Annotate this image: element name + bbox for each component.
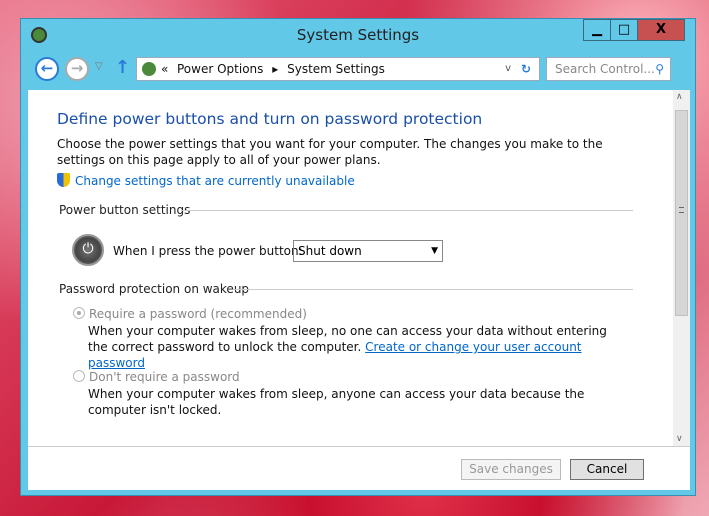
power-button-icon: ⏻: [72, 234, 104, 266]
radio-unselected-icon[interactable]: [73, 370, 85, 382]
change-settings-link-row[interactable]: Change settings that are currently unava…: [57, 173, 355, 189]
scroll-up-icon[interactable]: ∧: [676, 92, 683, 102]
search-icon[interactable]: ⚲: [655, 58, 664, 80]
address-bar[interactable]: « Power Options ▸ System Settings v ↻: [136, 57, 540, 81]
power-button-action-value: Shut down: [298, 244, 362, 258]
power-button-label: When I press the power button:: [113, 244, 303, 258]
power-button-action-select[interactable]: Shut down ▼: [293, 240, 443, 262]
require-password-description: When your computer wakes from sleep, no …: [88, 323, 628, 371]
power-button-section-label: Power button settings: [59, 203, 191, 217]
refresh-icon[interactable]: ↻: [521, 58, 531, 80]
no-password-label: Don't require a password: [89, 370, 240, 384]
power-options-icon: [142, 62, 156, 76]
maximize-button[interactable]: □: [610, 19, 638, 41]
footer: Save changes Cancel: [28, 446, 690, 490]
scrollbar-thumb[interactable]: [675, 110, 688, 316]
cancel-button[interactable]: Cancel: [570, 459, 644, 480]
divider: [233, 289, 633, 290]
minimize-button[interactable]: ▁: [583, 19, 611, 41]
breadcrumb-separator[interactable]: ▸: [272, 62, 278, 76]
forward-button[interactable]: →: [65, 57, 89, 81]
require-password-radio[interactable]: Require a password (recommended): [73, 306, 307, 322]
back-button[interactable]: ←: [35, 57, 59, 81]
breadcrumb-power-options[interactable]: Power Options: [177, 62, 263, 76]
scroll-down-icon[interactable]: ∨: [676, 434, 683, 444]
recent-pages-dropdown[interactable]: ▽: [95, 61, 103, 72]
uac-shield-icon: [57, 173, 70, 187]
address-dropdown-icon[interactable]: v: [505, 58, 511, 80]
page-title: Define power buttons and turn on passwor…: [57, 110, 483, 128]
save-changes-button[interactable]: Save changes: [461, 459, 561, 480]
chevron-down-icon: ▼: [431, 246, 438, 256]
content-pane: Define power buttons and turn on passwor…: [28, 90, 690, 446]
intro-text: Choose the power settings that you want …: [57, 137, 603, 167]
no-password-description: When your computer wakes from sleep, any…: [88, 387, 585, 417]
up-button[interactable]: ↑: [115, 57, 130, 78]
close-button[interactable]: X: [637, 19, 685, 41]
vertical-scrollbar[interactable]: ∧ ∨: [673, 90, 690, 446]
divider: [181, 210, 633, 211]
breadcrumb-overflow[interactable]: «: [161, 58, 168, 80]
navigation-bar: ← → ▽ ↑ « Power Options ▸ System Setting…: [21, 55, 695, 87]
search-input[interactable]: Search Control... ⚲: [546, 57, 671, 81]
no-password-radio[interactable]: Don't require a password: [73, 369, 240, 385]
require-password-label: Require a password (recommended): [89, 307, 307, 321]
change-settings-link[interactable]: Change settings that are currently unava…: [75, 174, 355, 188]
password-section-label: Password protection on wakeup: [59, 282, 250, 296]
radio-selected-icon[interactable]: [73, 307, 85, 319]
system-settings-window: System Settings ▁ □ X ← → ▽ ↑ « Power Op…: [20, 18, 696, 496]
grip-icon: [679, 207, 684, 213]
search-placeholder: Search Control...: [555, 62, 655, 76]
breadcrumb-system-settings[interactable]: System Settings: [287, 62, 385, 76]
